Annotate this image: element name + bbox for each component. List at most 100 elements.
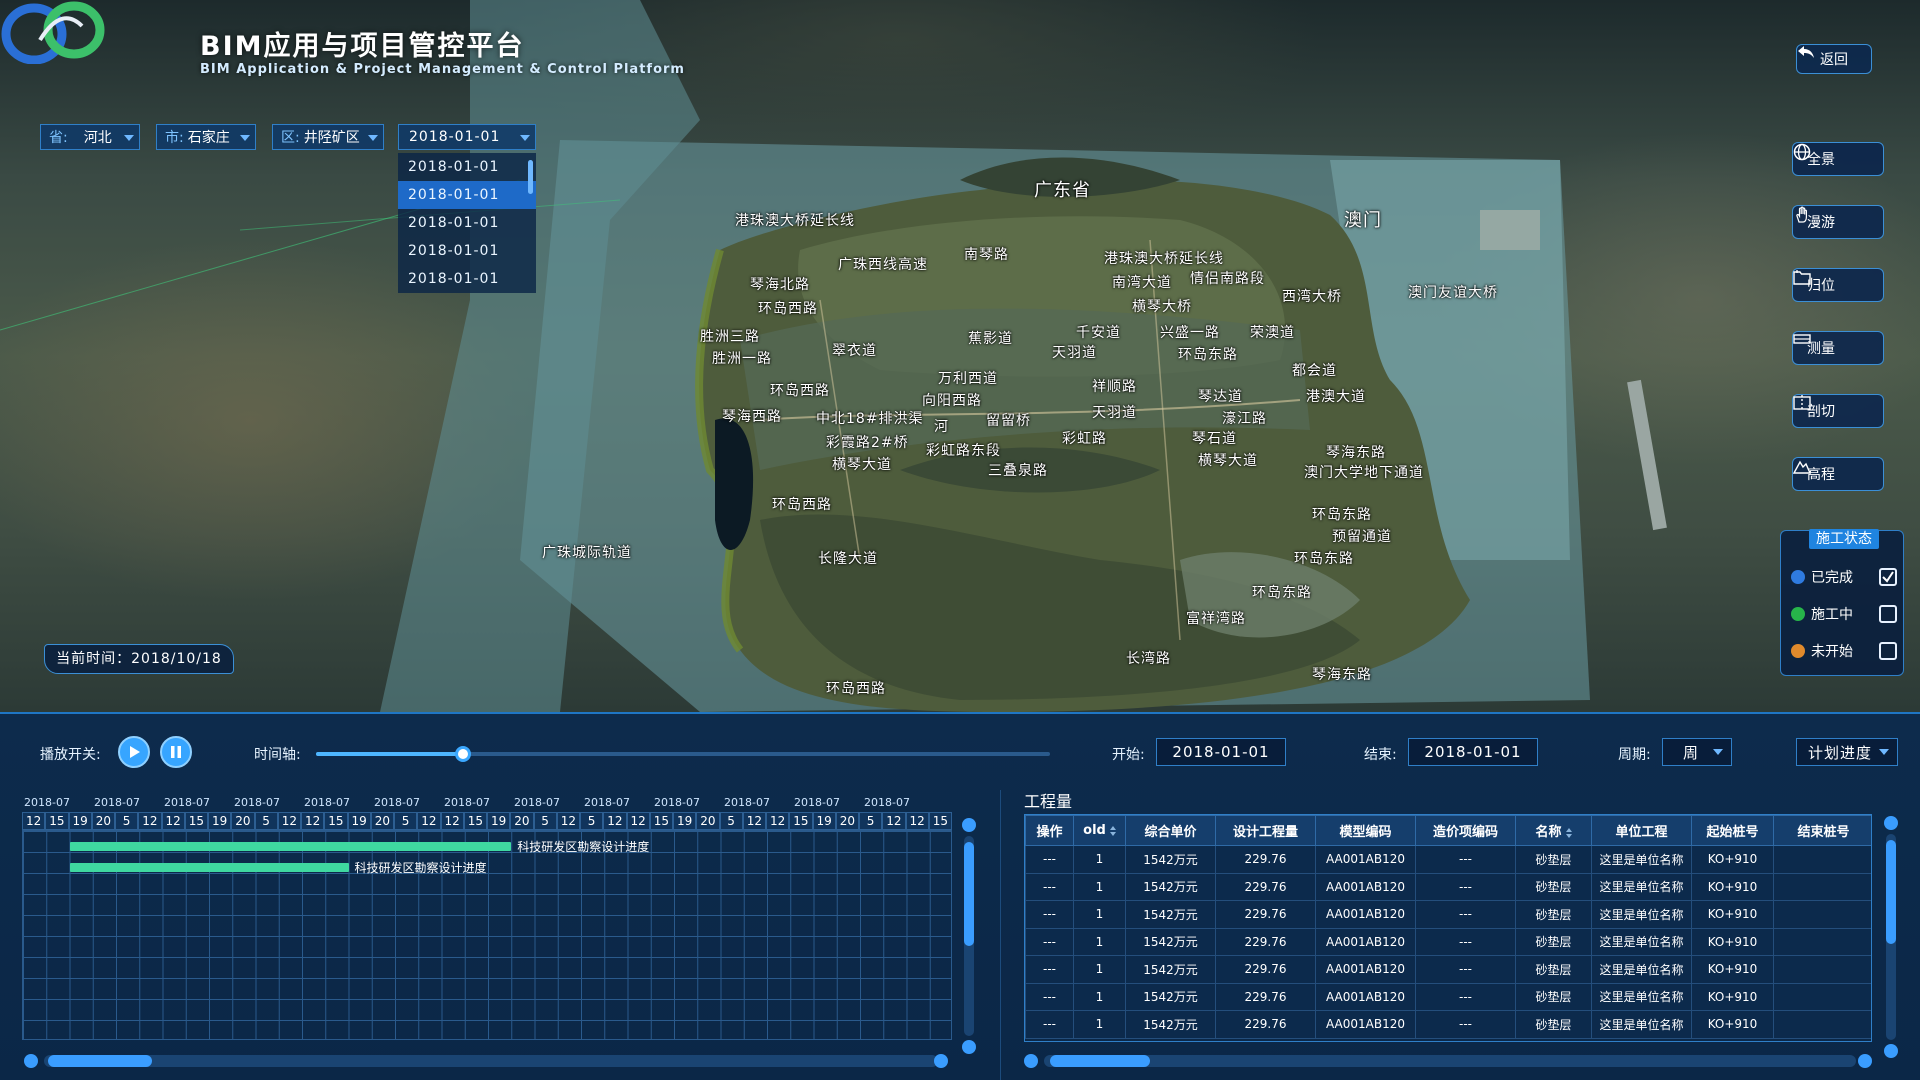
scroll-right-icon[interactable]	[934, 1054, 948, 1068]
gantt-task-bar[interactable]	[69, 842, 512, 851]
column-header-sortable[interactable]: 名称	[1515, 815, 1592, 846]
sort-icon[interactable]	[1565, 827, 1572, 838]
panorama-button[interactable]: 全景	[1792, 142, 1884, 176]
table-row[interactable]: --- 1 1542万元 229.76 AA001AB120 --- 砂垫层 这里是单位名称 K…	[1025, 955, 1871, 984]
column-header-label: 综合单价	[1144, 825, 1197, 840]
city-select[interactable]: 市: 石家庄	[156, 124, 256, 150]
table-row[interactable]: --- 1 1542万元 229.76 AA001AB120 --- 砂垫层 这里是单位名称 K…	[1025, 1010, 1871, 1039]
province-select[interactable]: 省: 河北	[40, 124, 140, 150]
status-filter-in-progress[interactable]: 施工中	[1791, 602, 1897, 626]
quantity-table: 操作 old 综合单价 设计工程量 模型编码 造价项编码 名称 单位工程 起始桩…	[1024, 814, 1872, 1042]
gantt-day-label: 12	[882, 812, 906, 830]
column-header-label: 造价项编码	[1432, 825, 1498, 840]
district-select[interactable]: 区: 井陉矿区	[272, 124, 384, 150]
map-label: 琴达道	[1198, 389, 1243, 405]
map-label: 环岛东路	[1312, 507, 1372, 523]
table-cell: 这里是单位名称	[1591, 845, 1692, 874]
table-cell: AA001AB120	[1315, 955, 1416, 984]
start-date-field[interactable]: 2018-01-01	[1156, 738, 1286, 766]
column-header-sortable[interactable]: old	[1073, 815, 1126, 846]
scroll-up-icon[interactable]	[1884, 816, 1898, 830]
gantt-chart: 2018-07 2018-07 2018-07 2018-07 2018-07 2018-…	[22, 794, 952, 1056]
map-label: 琴海东路	[1326, 445, 1386, 461]
table-cell: 这里是单位名称	[1591, 1010, 1692, 1039]
map-label: 横琴大道	[1198, 453, 1258, 469]
date-select[interactable]: 2018-01-01	[398, 124, 536, 150]
status-filter-completed[interactable]: 已完成	[1791, 565, 1897, 589]
scroll-right-icon[interactable]	[1858, 1054, 1872, 1068]
roam-button[interactable]: 漫游	[1792, 205, 1884, 239]
gantt-day-label: 19	[347, 812, 371, 830]
table-row[interactable]: --- 1 1542万元 229.76 AA001AB120 --- 砂垫层 这里是单位名称 K…	[1025, 900, 1871, 929]
chevron-down-icon	[1879, 749, 1889, 755]
scroll-up-icon[interactable]	[962, 818, 976, 832]
gantt-day-label: 20	[91, 812, 115, 830]
scroll-down-icon[interactable]	[1884, 1044, 1898, 1058]
gantt-day-label: 15	[649, 812, 673, 830]
reset-position-button[interactable]: 归位	[1792, 268, 1884, 302]
table-cell: 这里是单位名称	[1591, 982, 1692, 1011]
scroll-left-icon[interactable]	[1024, 1054, 1038, 1068]
checkbox-unchecked[interactable]	[1879, 605, 1897, 623]
date-option[interactable]: 2018-01-01	[398, 237, 536, 265]
gantt-task-bar[interactable]	[69, 863, 349, 872]
scroll-thumb[interactable]	[1886, 840, 1896, 944]
map-label: 港珠澳大桥延长线	[735, 213, 855, 229]
end-date-field[interactable]: 2018-01-01	[1408, 738, 1538, 766]
table-vertical-scrollbar[interactable]	[1884, 816, 1898, 1058]
date-option[interactable]: 2018-01-01	[398, 265, 536, 293]
status-filter-not-started[interactable]: 未开始	[1791, 639, 1897, 663]
table-row[interactable]: --- 1 1542万元 229.76 AA001AB120 --- 砂垫层 这里是单位名称 K…	[1025, 982, 1871, 1011]
gantt-month-label: 2018-07	[164, 796, 210, 809]
gantt-day-label: 20	[370, 812, 394, 830]
plan-progress-select[interactable]: 计划进度	[1796, 738, 1898, 766]
gantt-month-label: 2018-07	[864, 796, 910, 809]
map-label: 环岛东路	[1178, 347, 1238, 363]
map-3d-view[interactable]: 广东省 港珠澳大桥延长线 广珠西线高速 南琴路 港珠澳大桥延长线 情侣南路段 南…	[0, 0, 1920, 712]
timeline-slider-handle[interactable]	[454, 746, 471, 762]
table-row[interactable]: --- 1 1542万元 229.76 AA001AB120 --- 砂垫层 这里是单位名称 K…	[1025, 927, 1871, 956]
table-cell: 229.76	[1215, 872, 1316, 901]
date-option[interactable]: 2018-01-01	[398, 209, 536, 237]
map-label: 广东省	[1034, 180, 1091, 201]
map-label: 向阳西路	[922, 393, 982, 409]
table-cell: ---	[1025, 1010, 1074, 1039]
measure-button[interactable]: 测量	[1792, 331, 1884, 365]
scroll-thumb[interactable]	[48, 1055, 152, 1067]
timeline-slider[interactable]	[316, 746, 1050, 762]
gantt-day-label: 5	[533, 812, 557, 830]
gantt-horizontal-scrollbar[interactable]	[44, 1055, 938, 1067]
gantt-month-label: 2018-07	[794, 796, 840, 809]
table-row[interactable]: --- 1 1542万元 229.76 AA001AB120 --- 砂垫层 这里是单位名称 K…	[1025, 872, 1871, 901]
pause-icon	[171, 746, 181, 758]
timeline-control-bar: 播放开关: 时间轴: 开始: 2018-01-01 结束: 2018-01-01…	[0, 714, 1920, 782]
gantt-day-label: 5	[859, 812, 883, 830]
sort-icon[interactable]	[1109, 825, 1116, 836]
back-button[interactable]: 返回	[1796, 44, 1872, 74]
map-label: 横琴大桥	[1132, 299, 1192, 315]
district-value: 井陉矿区	[303, 130, 360, 146]
pause-button[interactable]	[160, 736, 192, 768]
gantt-vertical-scrollbar[interactable]	[962, 818, 976, 1054]
period-select[interactable]: 周	[1662, 738, 1732, 766]
scroll-left-icon[interactable]	[24, 1054, 38, 1068]
date-option[interactable]: 2018-01-01	[398, 153, 536, 181]
play-button[interactable]	[118, 736, 150, 768]
table-cell	[1773, 1010, 1871, 1039]
district-label: 区:	[281, 130, 300, 146]
checkbox-checked[interactable]	[1879, 568, 1897, 586]
date-option-selected[interactable]: 2018-01-01	[398, 181, 536, 209]
scroll-thumb[interactable]	[964, 842, 974, 946]
table-horizontal-scrollbar[interactable]	[1044, 1055, 1856, 1067]
gantt-task-label: 科技研发区勘察设计进度	[354, 861, 487, 875]
table-row[interactable]: --- 1 1542万元 229.76 AA001AB120 --- 砂垫层 这里是单位名称 K…	[1025, 845, 1871, 874]
scroll-down-icon[interactable]	[962, 1040, 976, 1054]
gantt-month-label: 2018-07	[584, 796, 630, 809]
checkbox-unchecked[interactable]	[1879, 642, 1897, 660]
date-list-scrollbar[interactable]	[528, 160, 533, 194]
elevation-button[interactable]: 高程	[1792, 457, 1884, 491]
scroll-thumb[interactable]	[1050, 1055, 1150, 1067]
map-label: 横琴大道	[832, 457, 892, 473]
section-cut-button[interactable]: 剖切	[1792, 394, 1884, 428]
ruler-icon	[1793, 334, 1811, 344]
